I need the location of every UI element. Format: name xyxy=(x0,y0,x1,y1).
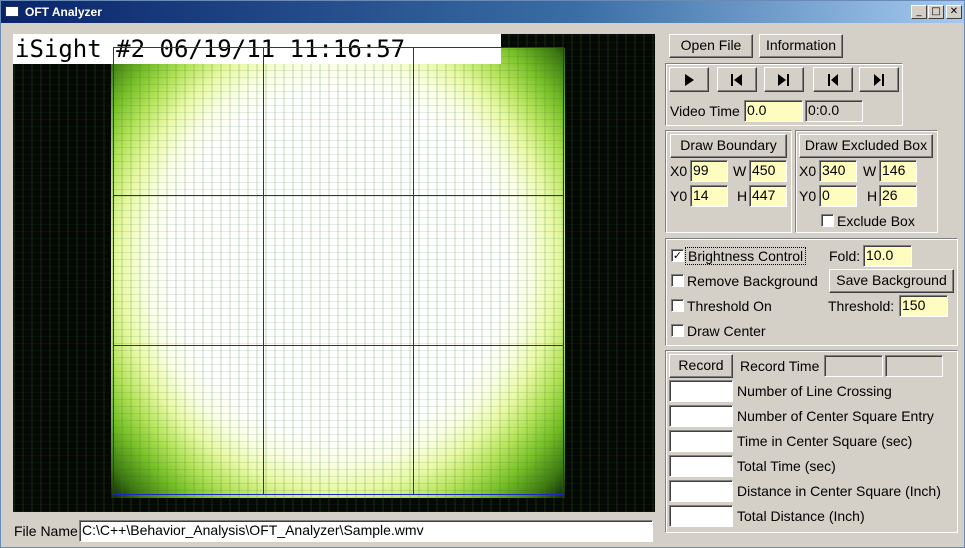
video-time-label: Video Time xyxy=(670,103,740,119)
boundary-y0-field[interactable]: 14 xyxy=(690,185,728,207)
excluded-w-label: W xyxy=(863,163,877,179)
boundary-x0-field[interactable]: 99 xyxy=(690,160,728,182)
fold-field[interactable]: 10.0 xyxy=(863,245,912,267)
play-icon xyxy=(685,74,694,86)
skip-to-end-icon xyxy=(874,74,884,86)
record-time-field-1 xyxy=(824,355,883,377)
excluded-y0-field[interactable]: 0 xyxy=(819,185,857,207)
grid-line-top xyxy=(113,47,564,48)
exclude-box-label: Exclude Box xyxy=(837,213,915,229)
threshold-label: Threshold: xyxy=(828,298,895,314)
video-time-field[interactable]: 0.0 xyxy=(744,100,803,122)
file-name-label: File Name xyxy=(14,523,78,539)
remove-background-checkbox[interactable] xyxy=(671,274,684,287)
threshold-field[interactable]: 150 xyxy=(899,295,948,317)
video-display[interactable]: iSight #2 06/19/11 11:16:57 xyxy=(13,34,655,512)
file-path-field[interactable]: C:\C++\Behavior_Analysis\OFT_Analyzer\Sa… xyxy=(79,520,653,542)
step-back-icon xyxy=(731,74,742,86)
draw-excluded-box-button[interactable]: Draw Excluded Box xyxy=(799,134,933,158)
app-window: OFT Analyzer _ □ ✕ iSight #2 06/19/11 11… xyxy=(0,0,965,548)
close-button[interactable]: ✕ xyxy=(946,5,962,19)
grid-line-bottom xyxy=(113,494,564,495)
skip-to-end-button[interactable] xyxy=(859,67,899,92)
record-button[interactable]: Record xyxy=(669,354,733,378)
excluded-w-field[interactable]: 146 xyxy=(879,160,917,182)
grid-line-h1 xyxy=(113,195,564,196)
maximize-button[interactable]: □ xyxy=(928,5,944,19)
boundary-h-field[interactable]: 447 xyxy=(749,185,787,207)
center-entry-label: Number of Center Square Entry xyxy=(737,408,934,424)
grid-line-v1 xyxy=(263,47,264,495)
threshold-on-label: Threshold On xyxy=(687,298,772,314)
grid-line-h2 xyxy=(113,345,564,346)
total-time-field[interactable] xyxy=(669,455,733,477)
draw-center-checkbox[interactable] xyxy=(671,324,684,337)
boundary-y0-label: Y0 xyxy=(670,188,688,204)
title-bar[interactable]: OFT Analyzer _ □ ✕ xyxy=(1,1,964,23)
excluded-y0-label: Y0 xyxy=(799,188,817,204)
center-distance-field[interactable] xyxy=(669,480,733,502)
grid-line-right xyxy=(563,47,564,495)
center-time-field[interactable] xyxy=(669,430,733,452)
total-distance-field[interactable] xyxy=(669,505,733,527)
boundary-h-label: H xyxy=(737,188,748,204)
fold-label: Fold: xyxy=(829,248,861,264)
draw-center-label: Draw Center xyxy=(687,323,766,339)
total-time-label: Total Time (sec) xyxy=(737,458,836,474)
information-button[interactable]: Information xyxy=(759,34,843,58)
video-overlay-text: iSight #2 06/19/11 11:16:57 xyxy=(13,34,501,64)
window-title: OFT Analyzer xyxy=(25,5,102,19)
app-icon xyxy=(5,6,19,17)
total-distance-label: Total Distance (Inch) xyxy=(737,508,865,524)
skip-to-start-button[interactable] xyxy=(813,67,853,92)
brightness-control-label: Brightness Control xyxy=(684,247,807,265)
step-back-button[interactable] xyxy=(717,67,757,92)
brightness-control-checkbox[interactable]: ✓ xyxy=(671,249,684,262)
skip-to-start-icon xyxy=(828,74,838,86)
boundary-x0-label: X0 xyxy=(670,163,688,179)
video-time-clock: 0:0.0 xyxy=(805,100,863,122)
excluded-x0-label: X0 xyxy=(799,163,817,179)
line-crossing-field[interactable] xyxy=(669,380,733,402)
open-file-button[interactable]: Open File xyxy=(669,34,753,58)
boundary-w-field[interactable]: 450 xyxy=(749,160,787,182)
exclude-box-checkbox[interactable] xyxy=(821,214,834,227)
video-noise xyxy=(13,34,655,512)
excluded-h-field[interactable]: 26 xyxy=(879,185,917,207)
line-crossing-label: Number of Line Crossing xyxy=(737,383,892,399)
record-time-label: Record Time xyxy=(740,358,820,374)
center-distance-label: Distance in Center Square (Inch) xyxy=(737,483,941,499)
grid-line-v2 xyxy=(413,47,414,495)
excluded-x0-field[interactable]: 340 xyxy=(819,160,857,182)
excluded-h-label: H xyxy=(867,188,878,204)
draw-boundary-button[interactable]: Draw Boundary xyxy=(670,134,787,158)
threshold-on-checkbox[interactable] xyxy=(671,299,684,312)
step-forward-icon xyxy=(778,74,789,86)
boundary-w-label: W xyxy=(733,163,747,179)
remove-background-label: Remove Background xyxy=(687,273,818,289)
minimize-button[interactable]: _ xyxy=(911,5,927,19)
save-background-button[interactable]: Save Background xyxy=(829,269,954,293)
play-button[interactable] xyxy=(669,67,709,92)
record-time-field-2 xyxy=(885,355,943,377)
grid-line-left xyxy=(113,47,114,495)
step-forward-button[interactable] xyxy=(764,67,804,92)
center-time-label: Time in Center Square (sec) xyxy=(737,433,913,449)
center-entry-field[interactable] xyxy=(669,405,733,427)
